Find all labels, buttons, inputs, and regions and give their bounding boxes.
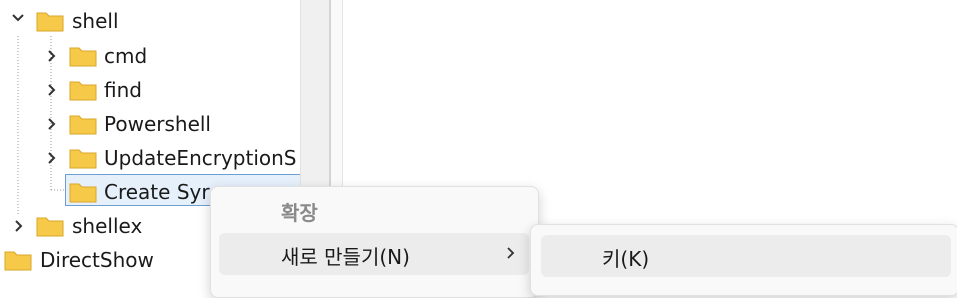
chevron-right-icon[interactable] (42, 148, 62, 168)
chevron-right-icon[interactable] (42, 114, 62, 134)
tree-item-create-symlink[interactable]: Create Syr (104, 176, 210, 209)
menu-header-expand[interactable]: 확장 (281, 197, 318, 226)
folder-icon (69, 149, 97, 169)
tree-item-shellex[interactable]: shellex (72, 210, 142, 243)
chevron-right-icon[interactable] (42, 80, 62, 100)
submenu-item-key[interactable]: 키(K) (541, 235, 951, 277)
tree-item-powershell[interactable]: Powershell (104, 108, 211, 141)
submenu-new: 키(K) (530, 224, 957, 296)
folder-icon (69, 183, 97, 203)
context-menu: 확장 새로 만들기(N) (210, 186, 539, 298)
chevron-right-icon[interactable] (9, 216, 29, 236)
tree-item-cmd[interactable]: cmd (104, 40, 147, 73)
menu-item-new[interactable]: 새로 만들기(N) (219, 233, 529, 275)
tree-item-find[interactable]: find (104, 74, 142, 107)
folder-icon (4, 251, 32, 271)
chevron-right-icon (507, 247, 515, 259)
tree-item-updateencryption[interactable]: UpdateEncryptionS (104, 142, 297, 175)
submenu-item-key-label: 키(K) (602, 247, 650, 271)
folder-icon (69, 81, 97, 101)
chevron-right-icon[interactable] (42, 46, 62, 66)
folder-icon (69, 115, 97, 135)
tree-item-directshow[interactable]: DirectShow (40, 244, 154, 277)
folder-icon (36, 217, 64, 237)
folder-icon (69, 47, 97, 67)
menu-item-new-label: 새로 만들기(N) (281, 245, 410, 269)
